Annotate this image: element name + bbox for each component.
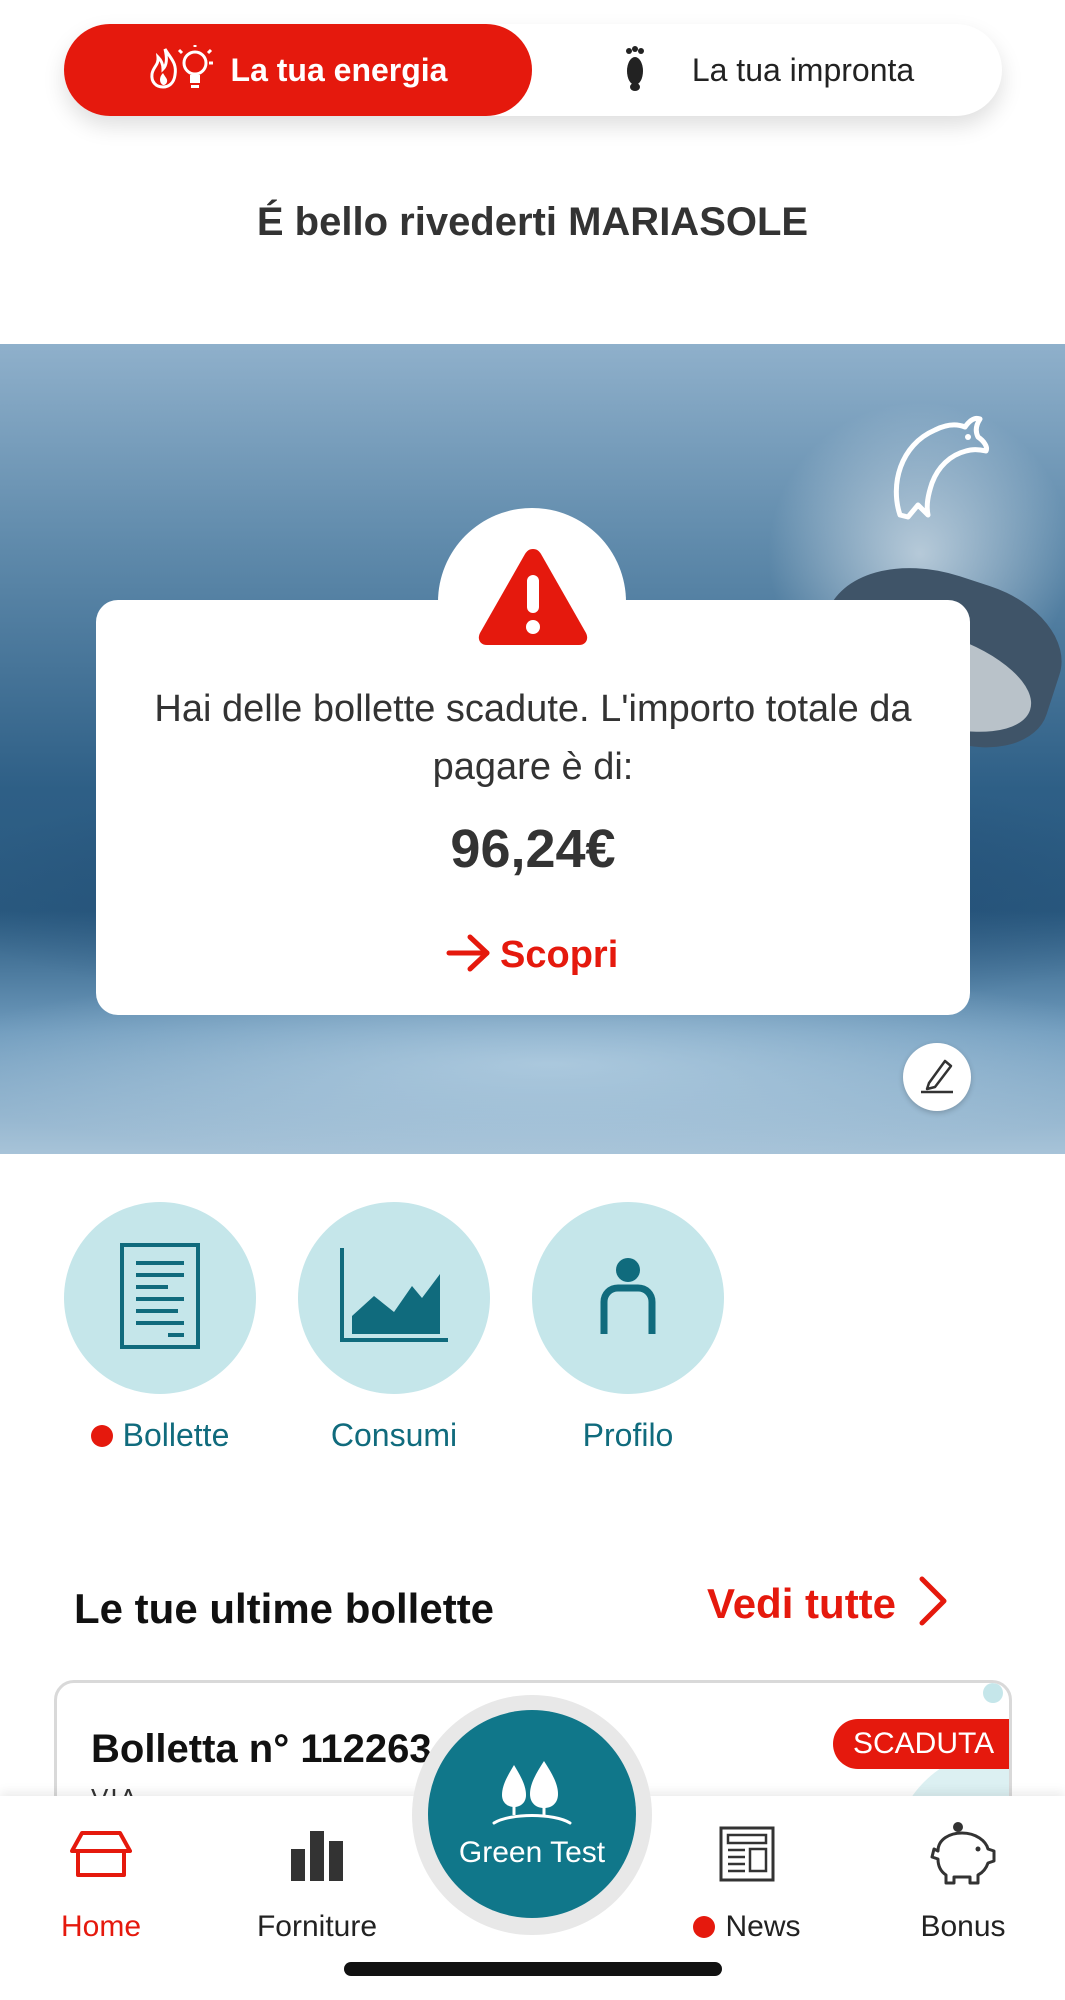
home-indicator [344,1962,722,1976]
tab-la-tua-energia[interactable]: La tua energia [64,24,532,116]
green-test-label: Green Test [458,1835,606,1869]
notification-dot [90,1424,113,1447]
nav-news-label: News [725,1910,801,1943]
newspaper-icon [719,1826,775,1887]
nav-news[interactable]: News [662,1824,832,1944]
energy-toggle: La tua energia La tua impronta [64,24,1002,116]
nav-home[interactable]: Home [16,1824,186,1944]
overdue-amount: 96,24€ [450,819,616,879]
footprint-icon [620,45,650,96]
chevron-right-icon [916,1575,950,1632]
warning-icon [476,545,590,647]
see-all-bills-link[interactable]: Vedi tutte [707,1575,950,1632]
bill-document-icon [118,1241,202,1356]
edit-background-button[interactable] [903,1043,971,1111]
nav-home-label: Home [60,1910,142,1943]
shortcut-profilo[interactable]: Profilo [532,1202,724,1453]
nav-forniture[interactable]: Forniture [232,1824,402,1944]
nav-bonus-label: Bonus [920,1910,1006,1943]
latest-bills-title: Le tue ultime bollette [74,1585,495,1632]
home-box-icon [70,1829,132,1884]
nav-forniture-label: Forniture [256,1910,378,1943]
trees-icon [490,1759,574,1830]
discover-link-label: Scopri [500,933,619,976]
green-test-button[interactable]: Green Test [428,1710,636,1918]
shortcut-consumi[interactable]: Consumi [298,1202,490,1453]
discover-link[interactable]: Scopri [446,925,618,985]
status-badge: SCADUTA [833,1719,1009,1769]
overdue-message: Hai delle bollette scadute. L'importo to… [154,688,912,788]
nav-bonus[interactable]: Bonus [878,1821,1048,1944]
user-profile-icon [598,1256,658,1341]
pencil-icon [917,1055,957,1100]
bill-number: Bolletta n° 112263 [91,1727,432,1771]
notification-dot [693,1916,716,1938]
tab-label-energia: La tua energia [230,51,448,88]
shortcut-label-bollette: Bollette [122,1417,230,1453]
see-all-label: Vedi tutte [707,1579,897,1627]
shortcut-label-profilo: Profilo [582,1417,674,1453]
arrow-right-icon [446,933,492,978]
tab-la-tua-impronta[interactable]: La tua impronta [532,24,1002,116]
card-decoration-dot [983,1683,1003,1703]
dolphin-logo-icon [880,405,990,525]
bar-chart-icon [289,1827,345,1886]
shortcut-bollette[interactable]: Bollette [64,1202,256,1453]
shortcut-label-consumi: Consumi [330,1417,458,1453]
greeting-title: É bello rivederti MARIASOLE [256,200,809,244]
tab-label-impronta: La tua impronta [691,51,915,88]
area-chart-icon [338,1246,450,1351]
piggy-bank-icon [928,1821,998,1892]
flame-bulb-icon [149,42,213,96]
